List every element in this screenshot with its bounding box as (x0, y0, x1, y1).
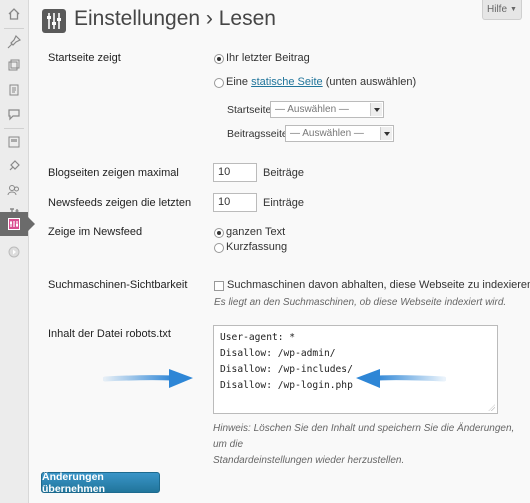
beitragsseite-select-value: — Auswählen — (290, 128, 364, 139)
arrow-left-annotation (356, 369, 446, 388)
robots-note: Hinweis: Löschen Sie den Inhalt und spei… (213, 421, 518, 469)
admin-sidebar (0, 0, 35, 503)
radio-summary-label: Kurzfassung (226, 241, 288, 253)
robots-note-line: Standardeinstellungen wieder herzustelle… (213, 455, 405, 466)
static-page-link[interactable]: statische Seite (251, 76, 323, 88)
settings-header-icon (41, 8, 67, 34)
radio-static-page-label: Eine statische Seite (unten auswählen) (226, 76, 416, 88)
robots-line: User-agent: * (220, 332, 296, 343)
startseite-select-value: — Auswählen — (275, 104, 349, 115)
static-prefix: Eine (226, 76, 249, 88)
visibility-description: Es liegt an den Suchmaschinen, ob diese … (214, 297, 507, 308)
comments-icon[interactable] (0, 102, 28, 126)
static-suffix: (unten auswählen) (325, 76, 417, 88)
radio-summary[interactable] (214, 243, 224, 253)
startseite-label: Startseite: (227, 104, 275, 116)
feeds-label: Newsfeeds zeigen die letzten (48, 197, 192, 209)
help-label: Hilfe (487, 4, 508, 15)
radio-static-page[interactable] (214, 78, 224, 88)
home-icon[interactable] (0, 2, 28, 26)
settings-icon[interactable] (0, 212, 35, 236)
chevron-down-icon (380, 127, 392, 140)
front-page-label: Startseite zeigt (48, 52, 121, 64)
resize-grip-icon[interactable] (488, 404, 495, 411)
feed-content-label: Zeige im Newsfeed (48, 226, 143, 238)
appearance-icon[interactable] (0, 130, 28, 154)
search-engine-checkbox-label: Suchmaschinen davon abhalten, diese Webs… (227, 279, 530, 291)
save-button[interactable]: Änderungen übernehmen (41, 471, 160, 495)
chevron-down-icon: ▼ (510, 6, 517, 13)
search-engine-checkbox[interactable] (214, 281, 224, 291)
robots-line: Disallow: /wp-admin/ (220, 348, 336, 359)
collapse-icon[interactable] (0, 240, 28, 264)
blog-pages-unit: Beiträge (263, 167, 304, 179)
beitragsseite-select[interactable]: — Auswählen — (285, 125, 394, 142)
feeds-input[interactable]: 10 (213, 193, 257, 212)
users-icon[interactable] (0, 178, 28, 202)
radio-full-text-label: ganzen Text (226, 226, 286, 238)
pages-icon[interactable] (0, 78, 28, 102)
startseite-select[interactable]: — Auswählen — (270, 101, 384, 118)
arrow-right-annotation (103, 369, 193, 388)
radio-latest-posts[interactable] (214, 54, 224, 64)
blog-pages-label: Blogseiten zeigen maximal (48, 167, 179, 179)
robots-label: Inhalt der Datei robots.txt (48, 328, 171, 340)
feeds-unit: Einträge (263, 197, 304, 209)
pin-icon[interactable] (0, 30, 28, 54)
help-tab[interactable]: Hilfe ▼ (482, 0, 522, 20)
radio-full-text[interactable] (214, 228, 224, 238)
robots-note-line: Hinweis: Löschen Sie den Inhalt und spei… (213, 423, 515, 450)
visibility-label: Suchmaschinen-Sichtbarkeit (48, 279, 188, 291)
beitragsseite-label: Beitragsseite: (227, 128, 291, 140)
page-title: Einstellungen › Lesen (74, 7, 276, 30)
chevron-down-icon (370, 103, 382, 116)
radio-latest-posts-label: Ihr letzter Beitrag (226, 52, 310, 64)
blog-pages-input[interactable]: 10 (213, 163, 257, 182)
media-icon[interactable] (0, 54, 28, 78)
plugins-icon[interactable] (0, 154, 28, 178)
